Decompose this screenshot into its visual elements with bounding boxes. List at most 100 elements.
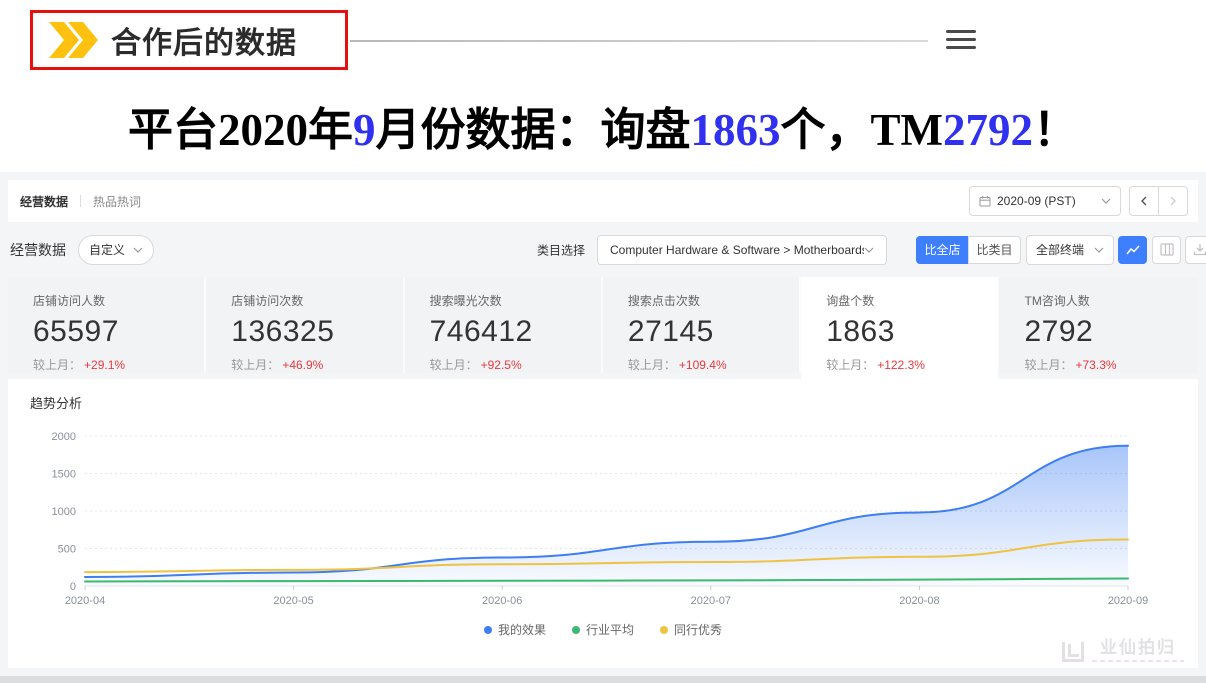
slide-title: 合作后的数据: [111, 18, 297, 62]
mom-label: 较上月：: [33, 358, 81, 372]
range-select[interactable]: 自定义: [78, 235, 154, 265]
slide-title-box: 合作后的数据: [30, 10, 348, 70]
series-area: [85, 446, 1128, 586]
y-axis-label: 1000: [52, 506, 76, 518]
download-icon: [1193, 243, 1206, 256]
mom-value: +73.3%: [1076, 358, 1117, 372]
legend-dot-icon: [660, 626, 668, 634]
legend-item[interactable]: 同行优秀: [660, 621, 722, 638]
stat-value: 746412: [430, 315, 601, 349]
stat-card-visits[interactable]: 店铺访问次数 136325 较上月：+46.9%: [206, 277, 404, 373]
dashboard-topbar: 经营数据 热品热词 2020-09 (PST): [8, 180, 1198, 222]
stat-cards: 店铺访问人数 65597 较上月：+29.1% 店铺访问次数 136325 较上…: [8, 277, 1198, 373]
headline-part-blue: 2792: [943, 105, 1033, 155]
compare-toggle: 比全店 比类目: [916, 236, 1021, 264]
compare-category-button[interactable]: 比类目: [968, 236, 1021, 264]
chevron-left-icon: [1140, 196, 1148, 206]
legend-item[interactable]: 我的效果: [484, 621, 546, 638]
section-label: 经营数据: [10, 240, 66, 260]
stat-label: 询盘个数: [826, 292, 997, 309]
filter-row: 经营数据 自定义 类目选择 Computer Hardware & Softwa…: [8, 222, 1198, 277]
slide: 合作后的数据 平台2020年9月份数据：询盘1863个，TM2792！ 经营数据…: [0, 0, 1206, 683]
legend-label: 我的效果: [498, 621, 546, 638]
stat-card-impressions[interactable]: 搜索曝光次数 746412 较上月：+92.5%: [405, 277, 603, 373]
stat-label: 搜索点击次数: [628, 292, 799, 309]
trend-chart[interactable]: 05001000150020002020-042020-052020-06202…: [8, 425, 1198, 615]
compare-store-button[interactable]: 比全店: [916, 236, 969, 264]
stat-value: 65597: [33, 315, 204, 349]
headline-part: 月份数据：询盘: [375, 105, 690, 155]
chevron-down-icon: [1094, 247, 1104, 253]
stat-label: TM咨询人数: [1024, 292, 1197, 309]
mom-label: 较上月：: [1024, 358, 1072, 372]
x-axis-label: 2020-07: [691, 595, 731, 607]
mom-label: 较上月：: [430, 358, 478, 372]
headline-part-blue: 1863: [691, 105, 781, 155]
table-view-button[interactable]: [1152, 236, 1181, 264]
mom-value: +109.4%: [679, 358, 727, 372]
dashboard-tabs: 经营数据 热品热词: [20, 193, 141, 210]
calendar-icon: [979, 195, 991, 207]
chevron-right-icon: [1169, 196, 1177, 206]
analytics-dashboard: 经营数据 热品热词 2020-09 (PST): [0, 172, 1206, 676]
mom-label: 较上月：: [628, 358, 676, 372]
category-label: 类目选择: [537, 241, 585, 258]
mom-value: +122.3%: [877, 358, 925, 372]
mom-label: 较上月：: [826, 358, 874, 372]
headline-part-blue: 9: [353, 105, 376, 155]
header-divider-line: [350, 40, 928, 42]
prev-month-button[interactable]: [1129, 186, 1159, 216]
legend-item[interactable]: 行业平均: [572, 621, 634, 638]
headline-part: 平台2020年: [128, 105, 353, 155]
chart-legend: 我的效果 行业平均 同行优秀: [8, 621, 1198, 638]
mom-value: +92.5%: [481, 358, 522, 372]
x-axis-label: 2020-08: [899, 595, 939, 607]
stat-card-inquiries[interactable]: 询盘个数 1863 较上月：+122.3%: [801, 277, 999, 380]
y-axis-label: 1500: [52, 469, 76, 481]
slide-bottom-edge: [0, 676, 1206, 683]
y-axis-label: 0: [70, 581, 76, 593]
date-picker-value: 2020-09 (PST): [997, 194, 1076, 208]
stat-card-clicks[interactable]: 搜索点击次数 27145 较上月：+109.4%: [603, 277, 801, 373]
watermark-logo: 业仙拍归: [1062, 639, 1184, 662]
next-month-button[interactable]: [1158, 186, 1188, 216]
headline-part: 个，TM: [781, 105, 944, 155]
y-axis-label: 2000: [52, 431, 76, 443]
stat-value: 27145: [628, 315, 799, 349]
date-controls: 2020-09 (PST): [969, 186, 1188, 216]
stat-card-visitors[interactable]: 店铺访问人数 65597 较上月：+29.1%: [8, 277, 206, 373]
date-picker[interactable]: 2020-09 (PST): [969, 186, 1121, 216]
headline: 平台2020年9月份数据：询盘1863个，TM2792！: [0, 93, 1206, 158]
trend-panel: 趋势分析 05001000150020002020-042020-052020-…: [8, 379, 1198, 668]
mom-value: +29.1%: [84, 358, 125, 372]
stat-value: 136325: [231, 315, 402, 349]
x-axis-label: 2020-06: [482, 595, 522, 607]
month-pager: [1129, 186, 1188, 216]
menu-icon[interactable]: [946, 30, 976, 52]
chart-view-button[interactable]: [1118, 236, 1147, 264]
category-select[interactable]: Computer Hardware & Software > Motherboa…: [597, 235, 887, 265]
stat-value: 2792: [1024, 315, 1197, 349]
download-button[interactable]: [1185, 236, 1206, 264]
stat-label: 店铺访问人数: [33, 292, 204, 309]
chevron-down-icon: [864, 247, 874, 253]
line-chart-icon: [1125, 243, 1141, 257]
stat-label: 店铺访问次数: [231, 292, 402, 309]
chart-title: 趋势分析: [8, 393, 1198, 412]
tab-hot-items[interactable]: 热品热词: [93, 193, 141, 210]
legend-label: 同行优秀: [674, 621, 722, 638]
tab-operating-data[interactable]: 经营数据: [20, 193, 68, 210]
terminal-select[interactable]: 全部终端: [1026, 235, 1114, 265]
legend-label: 行业平均: [586, 621, 634, 638]
watermark-bracket-icon: [1062, 642, 1084, 662]
stat-card-tm-contacts[interactable]: TM咨询人数 2792 较上月： +73.3%: [999, 277, 1197, 373]
stat-label: 搜索曝光次数: [430, 292, 601, 309]
watermark-text: 业仙拍归: [1100, 639, 1176, 656]
x-axis-label: 2020-05: [273, 595, 313, 607]
mom-value: +46.9%: [282, 358, 323, 372]
tab-divider: [80, 195, 81, 207]
stat-value: 1863: [826, 315, 997, 349]
chevron-down-icon: [1101, 198, 1111, 204]
watermark-subtext-line: [1092, 660, 1184, 662]
table-icon: [1160, 243, 1174, 256]
